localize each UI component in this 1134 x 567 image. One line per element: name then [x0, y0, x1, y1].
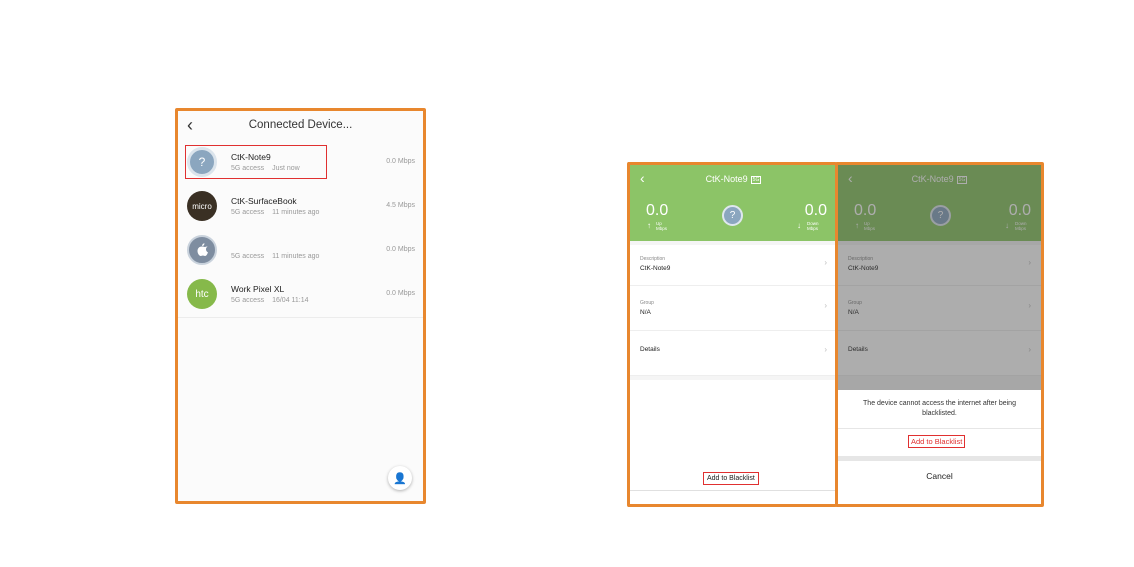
device-name: Work Pixel XL — [231, 284, 285, 294]
details-label: Details — [640, 346, 660, 353]
device-row-2[interactable]: micro CtK-SurfaceBook 5G access 11 minute… — [178, 185, 423, 230]
description-value: CtK-Note9 — [640, 265, 671, 272]
highlight-box — [185, 145, 327, 179]
group-item[interactable]: Group N/A › — [630, 286, 837, 331]
device-name: CtK-SurfaceBook — [231, 196, 297, 206]
down-arrow-icon: ↓ — [797, 221, 801, 230]
device-speed: 0.0 Mbps — [386, 290, 415, 297]
device-speed: 4.5 Mbps — [386, 202, 415, 209]
details-item[interactable]: Details › — [630, 331, 837, 376]
page-title: Connected Device... — [248, 119, 353, 131]
upload-unit: Up Mbps — [656, 221, 668, 231]
microsoft-logo-icon: micro — [187, 191, 217, 221]
blank-area — [630, 380, 837, 504]
device-detail-screen: ‹ CtK-Note9 5G 0.0 ↑ Up Mbps ? 0.0 ↓ Down M… — [627, 162, 837, 507]
sheet-message: The device cannot access the internet af… — [863, 400, 1016, 417]
description-label: Description — [640, 256, 666, 262]
user-settings-icon[interactable]: 👤 — [388, 466, 412, 490]
header: ‹ Connected Device... — [178, 111, 423, 141]
device-speed: 0.0 Mbps — [386, 246, 415, 253]
download-unit: Down Mbps — [807, 221, 819, 231]
question-mark-icon: ? — [722, 205, 743, 226]
divider — [838, 428, 1041, 429]
confirm-add-to-blacklist-button[interactable]: Add to Blacklist — [908, 435, 966, 448]
connected-devices-screen: ‹ Connected Device... ? CtK-Note9 5G acc… — [175, 108, 426, 504]
device-status: 5G access 11 minutes ago — [231, 253, 320, 260]
upload-speed: 0.0 — [646, 202, 669, 219]
group-value: N/A — [640, 309, 651, 316]
description-item[interactable]: Description CtK-Note9 › — [630, 245, 837, 286]
divider — [630, 490, 837, 491]
group-label: Group — [640, 300, 654, 306]
device-status: 5G access 16/04 11:14 — [231, 297, 309, 304]
action-sheet: The device cannot access the internet af… — [838, 390, 1041, 504]
download-speed: 0.0 — [804, 202, 827, 219]
blacklist-confirm-screen: ‹ CtK-Note9 5G 0.0 ↑ Up Mbps ? 0.0 ↓ Down M… — [835, 162, 1044, 507]
detail-header: ‹ CtK-Note9 5G 0.0 ↑ Up Mbps ? 0.0 ↓ Down M… — [630, 165, 837, 241]
modal-backdrop[interactable] — [838, 165, 1041, 390]
device-status: 5G access 11 minutes ago — [231, 209, 320, 216]
chevron-right-icon: › — [824, 258, 827, 267]
device-row-4[interactable]: htc Work Pixel XL 5G access 16/04 11:14 0… — [178, 273, 423, 318]
up-arrow-icon: ↑ — [647, 221, 651, 230]
divider — [838, 456, 1041, 461]
chevron-right-icon: › — [824, 301, 827, 310]
chevron-right-icon: › — [824, 345, 827, 354]
htc-logo-icon: htc — [187, 279, 217, 309]
device-title: CtK-Note9 5G — [705, 174, 762, 184]
detail-body: Description CtK-Note9 › Group N/A › Deta… — [630, 241, 837, 504]
apple-logo-icon — [187, 235, 217, 265]
add-to-blacklist-button[interactable]: Add to Blacklist — [703, 472, 759, 485]
cancel-button[interactable]: Cancel — [838, 471, 1041, 481]
device-speed: 0.0 Mbps — [386, 158, 415, 165]
device-row-3[interactable]: 5G access 11 minutes ago 0.0 Mbps — [178, 229, 423, 274]
